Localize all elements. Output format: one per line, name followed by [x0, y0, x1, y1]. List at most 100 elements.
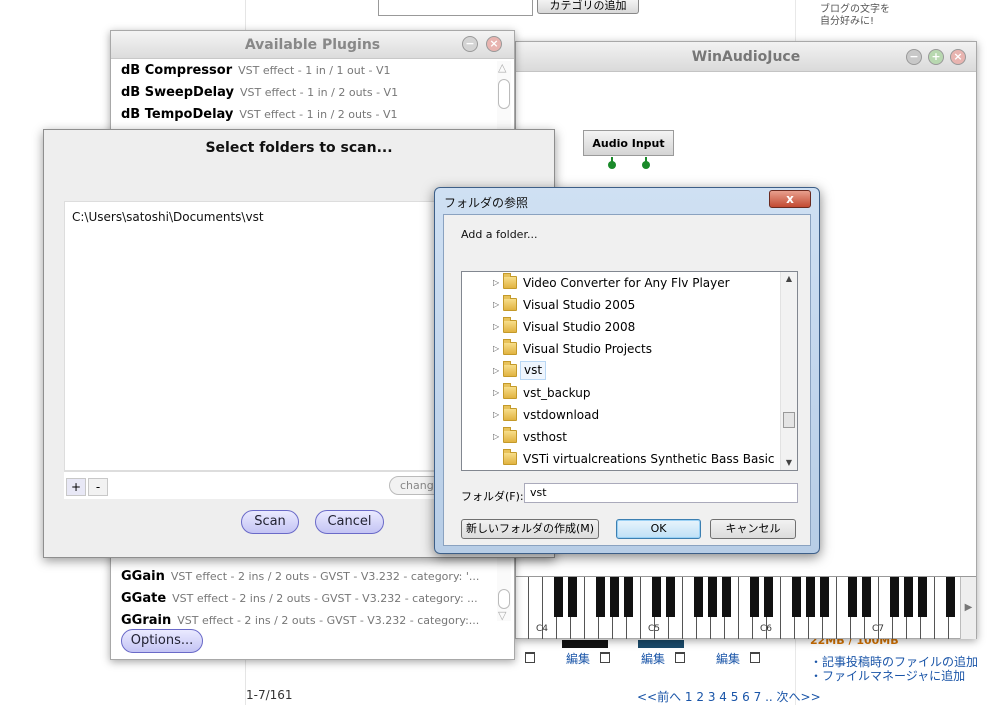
scan-folder-list[interactable]: C:\Users\satoshi\Documents\vst [64, 201, 444, 471]
scroll-thumb[interactable] [498, 589, 510, 609]
midi-keyboard[interactable]: C4 C5 C6 C7 ▶ [516, 576, 976, 639]
black-key[interactable] [904, 577, 913, 617]
bg-category-input[interactable] [378, 0, 533, 16]
black-key[interactable] [946, 577, 955, 617]
keyboard-scroll-right[interactable]: ▶ [960, 577, 976, 639]
folder-icon [503, 383, 517, 399]
plugins-window-title: Available Plugins [111, 31, 514, 59]
plugin-row[interactable]: GGain VST effect - 2 ins / 2 outs - GVST … [121, 569, 499, 584]
bg-ad-banner[interactable]: ブログの文字を 自分好みに! [820, 4, 890, 28]
scroll-thumb[interactable] [783, 412, 795, 428]
trash-icon[interactable] [750, 652, 760, 663]
plugin-desc: VST effect - 1 in / 2 outs - V1 [239, 108, 398, 121]
tree-item[interactable]: ▷ Visual Studio 2005 [462, 294, 782, 316]
plugin-row[interactable]: GGate VST effect - 2 ins / 2 outs - GVST … [121, 591, 499, 606]
tree-item-selected[interactable]: ▷ vst [462, 360, 782, 382]
scan-button[interactable]: Scan [241, 510, 299, 534]
options-button[interactable]: Options... [121, 629, 203, 653]
expand-arrow-icon[interactable]: ▷ [493, 382, 499, 404]
tree-item[interactable]: ▷ vsthost [462, 426, 782, 448]
black-key[interactable] [764, 577, 773, 617]
expand-arrow-icon[interactable]: ▷ [493, 426, 499, 448]
tree-item[interactable]: ▷ Video Converter for Any Flv Player [462, 272, 782, 294]
cancel-button[interactable]: キャンセル [710, 519, 796, 539]
output-pin[interactable] [608, 161, 616, 169]
minimize-icon[interactable]: − [906, 49, 922, 65]
plugin-row[interactable]: dB SweepDelay VST effect - 1 in / 2 outs … [121, 85, 499, 100]
close-icon[interactable]: × [486, 36, 502, 52]
black-key[interactable] [848, 577, 857, 617]
ok-button[interactable]: OK [616, 519, 701, 539]
bg-file-thumbnail[interactable] [562, 640, 608, 648]
expand-arrow-icon[interactable]: ▷ [493, 360, 499, 382]
minimize-icon[interactable]: − [462, 36, 478, 52]
bg-edit-link[interactable]: 編集 [641, 650, 665, 667]
black-key[interactable] [568, 577, 577, 617]
scroll-down-icon[interactable]: ▼ [781, 458, 797, 467]
folder-tree[interactable]: ▷ Video Converter for Any Flv Player ▷ V… [461, 271, 798, 471]
add-folder-button[interactable]: + [66, 478, 86, 496]
plugin-name: GGate [121, 591, 167, 606]
black-key[interactable] [722, 577, 731, 617]
new-folder-button[interactable]: 新しいフォルダの作成(M) [461, 519, 599, 539]
expand-arrow-icon[interactable]: ▷ [493, 294, 499, 316]
octave-label: C7 [872, 624, 885, 634]
expand-arrow-icon[interactable]: ▷ [493, 404, 499, 426]
trash-icon[interactable] [525, 652, 535, 663]
close-icon[interactable]: × [950, 49, 966, 65]
black-key[interactable] [666, 577, 675, 617]
scroll-thumb[interactable] [498, 79, 510, 109]
remove-folder-button[interactable]: - [88, 478, 108, 496]
tree-item-label: VSTi virtualcreations Synthetic Bass Bas… [523, 452, 775, 466]
black-key[interactable] [806, 577, 815, 617]
tree-item[interactable]: ▷ Visual Studio Projects [462, 338, 782, 360]
trash-icon[interactable] [675, 652, 685, 663]
plugin-row[interactable]: dB Compressor VST effect - 1 in / 1 out -… [121, 63, 499, 78]
tree-item[interactable]: ▷ Visual Studio 2008 [462, 316, 782, 338]
tree-item[interactable]: VSTi virtualcreations Synthetic Bass Bas… [462, 448, 782, 470]
cancel-button[interactable]: Cancel [315, 510, 384, 534]
black-key[interactable] [610, 577, 619, 617]
bg-edit-link[interactable]: 編集 [566, 650, 590, 667]
black-key[interactable] [750, 577, 759, 617]
output-pin[interactable] [642, 161, 650, 169]
tree-scrollbar[interactable]: ▲ ▼ [780, 272, 797, 470]
black-key[interactable] [652, 577, 661, 617]
black-key[interactable] [554, 577, 563, 617]
black-key[interactable] [792, 577, 801, 617]
tree-item[interactable]: ▷ vstdownload [462, 404, 782, 426]
black-key[interactable] [624, 577, 633, 617]
plugin-name: dB Compressor [121, 63, 233, 78]
trash-icon[interactable] [600, 652, 610, 663]
plugin-name: dB TempoDelay [121, 107, 234, 122]
black-key[interactable] [862, 577, 871, 617]
bg-edit-link[interactable]: 編集 [716, 650, 740, 667]
bg-link-add-to-manager[interactable]: ・ファイルマネージャに追加 [810, 667, 965, 684]
audio-input-node[interactable]: Audio Input [583, 130, 674, 156]
maximize-icon[interactable]: + [928, 49, 944, 65]
scroll-up-icon[interactable]: ▲ [781, 274, 797, 283]
bg-add-category-button[interactable]: カテゴリの追加 [537, 0, 639, 14]
scroll-down-icon[interactable]: ▽ [498, 609, 506, 622]
folder-name-input[interactable]: vst [524, 483, 798, 503]
white-key[interactable] [516, 577, 529, 639]
black-key[interactable] [596, 577, 605, 617]
scan-folder-path[interactable]: C:\Users\satoshi\Documents\vst [72, 210, 264, 224]
scroll-up-icon[interactable]: △ [498, 61, 506, 74]
plugin-row[interactable]: dB TempoDelay VST effect - 1 in / 2 outs … [121, 107, 499, 122]
bg-file-thumbnail[interactable] [638, 640, 684, 648]
expand-arrow-icon[interactable]: ▷ [493, 272, 499, 294]
tree-item[interactable]: ▷ vst_backup [462, 382, 782, 404]
black-key[interactable] [708, 577, 717, 617]
expand-arrow-icon[interactable]: ▷ [493, 338, 499, 360]
close-icon[interactable]: x [769, 190, 811, 208]
black-key[interactable] [820, 577, 829, 617]
plugin-row[interactable]: GGrain VST effect - 2 ins / 2 outs - GVST… [121, 613, 499, 628]
black-key[interactable] [694, 577, 703, 617]
bg-pager[interactable]: <<前へ 1 2 3 4 5 6 7 .. 次へ>> [637, 688, 821, 705]
plugin-desc: VST effect - 2 ins / 2 outs - GVST - V3.… [172, 592, 478, 605]
browse-dialog-title: フォルダの参照 [444, 196, 529, 210]
black-key[interactable] [890, 577, 899, 617]
expand-arrow-icon[interactable]: ▷ [493, 316, 499, 338]
black-key[interactable] [918, 577, 927, 617]
